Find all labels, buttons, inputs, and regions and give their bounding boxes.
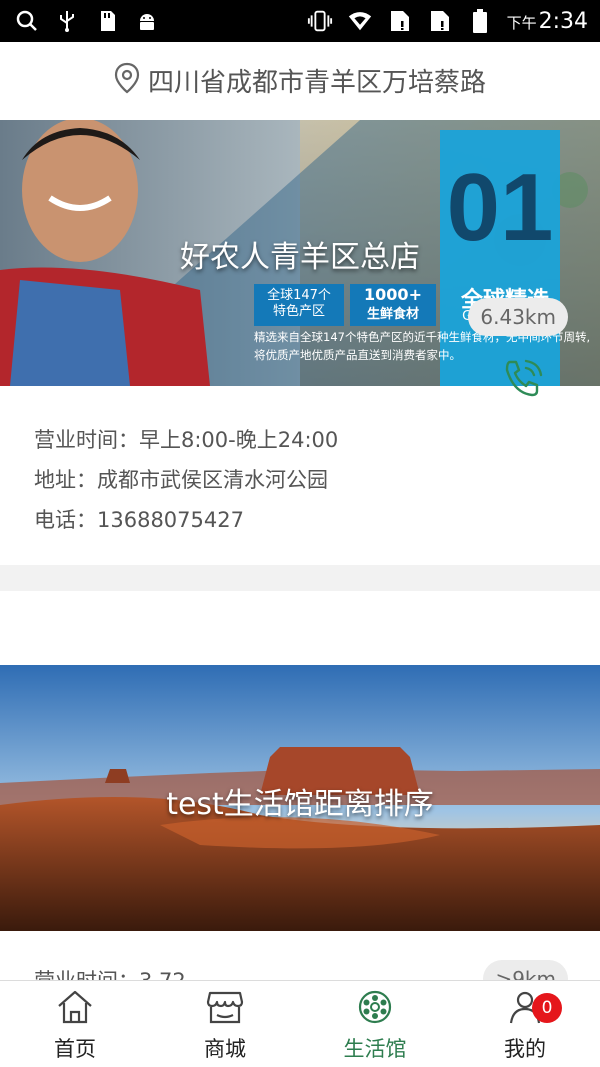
banner-badge-1: 全球147个 特色产区 [267, 288, 331, 319]
location-bar[interactable]: 四川省成都市青羊区万培蔡路 [0, 42, 600, 118]
store-name: test生活馆距离排序 [166, 787, 434, 822]
store-name: 好农人青羊区总店 [180, 240, 420, 275]
store-hours: 营业时间：早上8:00-晚上24:00 [34, 428, 339, 452]
search-icon [14, 8, 40, 34]
home-icon [55, 987, 95, 1027]
location-text: 四川省成都市青羊区万培蔡路 [147, 67, 486, 98]
usb-icon [54, 8, 80, 34]
store-card[interactable]: 01 全球精选 Global Select 全球147个特色产区 1000+生鲜… [0, 120, 600, 565]
store-banner: 01 全球精选 Global Select 全球147个特色产区 1000+生鲜… [0, 120, 600, 386]
battery-icon [467, 8, 493, 34]
notification-badge: 0 [532, 993, 562, 1023]
nav-lifestyle[interactable]: 生活馆 [300, 981, 450, 1067]
store-address: 地址：成都市武侯区清水河公园 [34, 468, 328, 492]
nav-label: 生活馆 [343, 1037, 407, 1061]
store-phone: 电话：13688075427 [34, 508, 244, 532]
bottom-nav: 首页 商城 生活馆 0 我的 [0, 980, 600, 1067]
status-bar: 下午2:34 [0, 0, 600, 42]
store-distance-badge: 6.43km [468, 298, 568, 336]
nav-label: 商城 [204, 1037, 246, 1061]
sim2-icon [427, 8, 453, 34]
location-pin-icon [114, 62, 140, 98]
nav-home[interactable]: 首页 [0, 981, 150, 1067]
vibrate-icon [307, 8, 333, 34]
store-icon [205, 987, 245, 1027]
wifi-icon [347, 8, 373, 34]
banner-badge-2: 1000+ 生鲜食材 [364, 285, 422, 323]
call-button[interactable] [500, 356, 546, 402]
nav-label: 首页 [54, 1037, 96, 1061]
android-icon [134, 8, 160, 34]
sim1-icon [387, 8, 413, 34]
store-banner: test生活馆距离排序 [0, 665, 600, 931]
nav-label: 我的 [504, 1037, 546, 1061]
sd-card-icon [94, 8, 120, 34]
status-time: 下午2:34 [506, 8, 588, 34]
lifestyle-icon [355, 987, 395, 1027]
store-info: 营业时间：早上8:00-晚上24:00 地址：成都市武侯区清水河公园 电话：13… [0, 386, 600, 566]
store-card[interactable]: test生活馆距离排序 营业时间：3.72 [0, 665, 600, 980]
section-divider [0, 565, 600, 591]
nav-store[interactable]: 商城 [150, 981, 300, 1067]
nav-profile[interactable]: 0 我的 [450, 981, 600, 1067]
phone-icon [505, 359, 543, 397]
